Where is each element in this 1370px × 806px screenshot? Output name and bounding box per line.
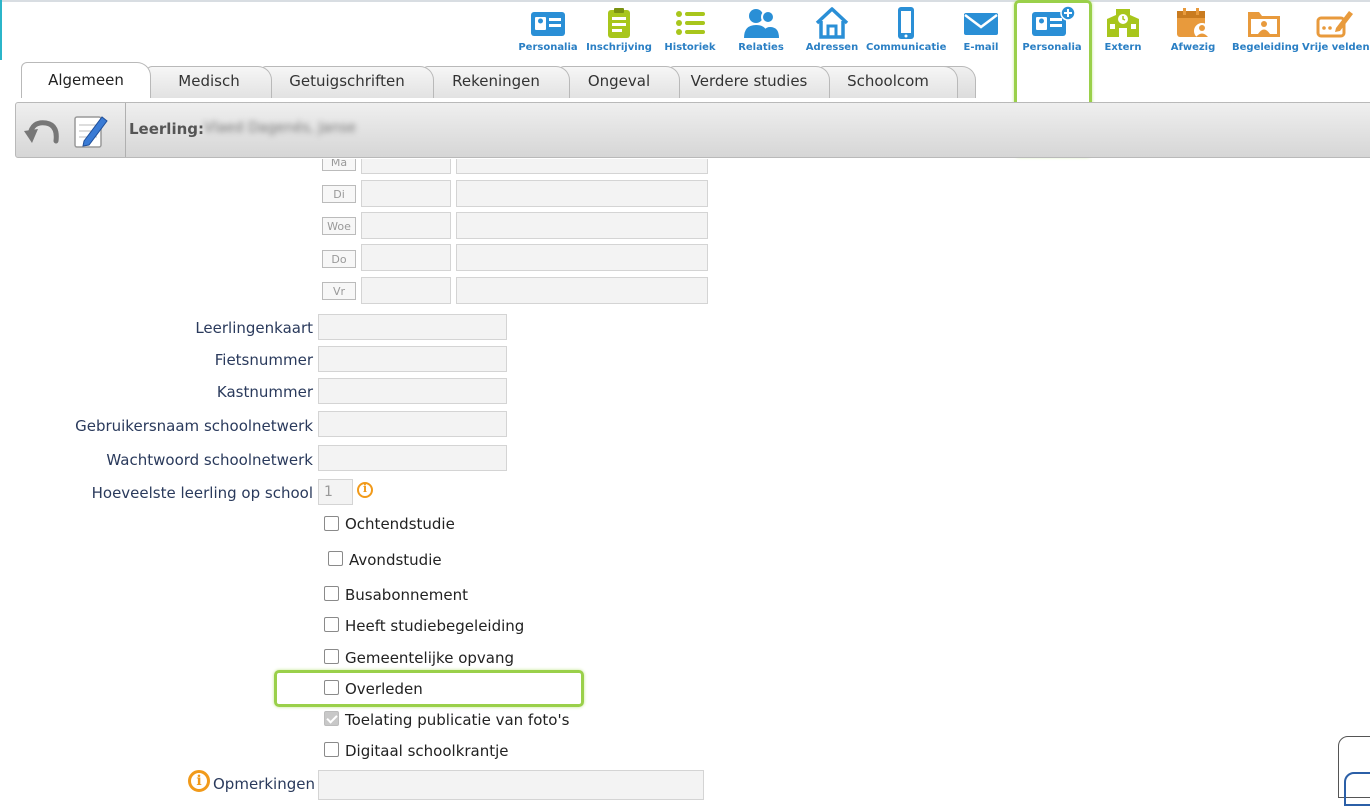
day-di-note-input[interactable]: [456, 180, 708, 207]
header-divider: [125, 103, 126, 157]
tab-schoolcom[interactable]: Schoolcom: [818, 66, 958, 98]
toolbar-label: Relaties: [738, 42, 784, 53]
day-ma-note-input[interactable]: [456, 159, 708, 174]
toolbar-adressen[interactable]: Adressen: [804, 4, 860, 53]
edit-button[interactable]: [70, 111, 108, 149]
checkbox-avondstudie[interactable]: [328, 551, 343, 566]
wachtwoord-input[interactable]: [318, 445, 507, 471]
day-button-do[interactable]: Do: [322, 250, 356, 268]
toolbar-begeleiding[interactable]: Begeleiding: [1232, 4, 1299, 53]
tab-ongeval[interactable]: Ongeval: [558, 66, 680, 98]
tab-algemeen[interactable]: Algemeen: [21, 62, 151, 98]
day-vr-time-input[interactable]: [361, 277, 451, 304]
kastnummer-label: Kastnummer: [216, 383, 313, 401]
leerlingenkaart-input[interactable]: [318, 314, 507, 340]
day-button-vr[interactable]: Vr: [322, 282, 356, 300]
info-icon[interactable]: i: [357, 482, 373, 498]
day-button-woe[interactable]: Woe: [322, 217, 356, 235]
toelating-foto-label: Toelating publicatie van foto's: [345, 711, 570, 729]
school-icon: [1107, 9, 1139, 37]
busabonnement-label: Busabonnement: [345, 586, 468, 604]
corner-widget-inner: [1344, 772, 1370, 806]
envelope-icon: [964, 13, 998, 35]
clipboard-icon: [608, 8, 630, 38]
hoeveelste-label: Hoeveelste leerling op school: [91, 484, 313, 502]
ochtendstudie-label: Ochtendstudie: [345, 515, 455, 533]
house-icon: [815, 7, 849, 39]
day-woe-note-input[interactable]: [456, 212, 708, 239]
toolbar-label: Historiek: [664, 42, 716, 53]
calendar-user-icon: [1177, 8, 1210, 39]
tab-rekeningen[interactable]: Rekeningen: [422, 66, 570, 98]
gemeentelijke-opvang-label: Gemeentelijke opvang: [345, 649, 514, 667]
day-do-time-input[interactable]: [361, 244, 451, 271]
day-row-clipped: Ma: [0, 159, 710, 175]
notepad-pencil-icon: [74, 116, 108, 148]
phone-icon: [898, 7, 914, 39]
day-do-note-input[interactable]: [456, 244, 708, 271]
opmerkingen-textarea[interactable]: [318, 770, 704, 800]
tab-medisch[interactable]: Medisch: [146, 66, 272, 98]
student-header-bar: Leerling: Vlaed Dagenés, Janse: [15, 102, 1370, 158]
toolbar-label: Inschrijving: [586, 42, 652, 53]
opmerkingen-info-icon[interactable]: i: [188, 770, 210, 792]
fietsnummer-label: Fietsnummer: [214, 351, 313, 369]
leerlingenkaart-label: Leerlingenkaart: [195, 319, 313, 337]
toolbar-label: E-mail: [963, 42, 999, 53]
gebruikersnaam-label: Gebruikersnaam schoolnetwerk: [75, 417, 313, 435]
toolbar-label: Extern: [1104, 42, 1142, 53]
checkbox-gemeentelijke-opvang[interactable]: [324, 649, 339, 664]
toolbar-extern[interactable]: Extern: [1100, 4, 1146, 53]
digitaal-schoolkrantje-label: Digitaal schoolkrantje: [345, 742, 509, 760]
checkbox-ochtendstudie[interactable]: [324, 516, 339, 531]
studiebegeleiding-label: Heeft studiebegeleiding: [345, 617, 525, 635]
kastnummer-input[interactable]: [318, 378, 507, 404]
day-ma-time-input[interactable]: [361, 159, 451, 174]
toolbar-label: Vrije velden: [1302, 42, 1370, 53]
folder-user-icon: [1248, 12, 1280, 37]
avondstudie-label: Avondstudie: [349, 551, 442, 569]
tab-getuigschriften[interactable]: Getuigschriften: [260, 66, 434, 98]
day-woe-time-input[interactable]: [361, 212, 451, 239]
day-button-ma[interactable]: Ma: [322, 159, 356, 171]
toolbar-label: Begeleiding: [1232, 42, 1299, 53]
toolbar-inschrijving[interactable]: Inschrijving: [586, 4, 652, 53]
toolbar-label: Adressen: [805, 42, 859, 53]
toolbar-afwezig[interactable]: Afwezig: [1168, 4, 1218, 53]
toolbar-vrije-velden[interactable]: Vrije velden: [1302, 4, 1370, 53]
hoeveelste-input[interactable]: 1: [318, 479, 353, 505]
undo-icon: [24, 120, 59, 144]
module-toolbar: Personalia Inschrijving Historiek Relati…: [0, 4, 1370, 64]
opmerkingen-label: Opmerkingen: [213, 775, 315, 793]
toolbar-relaties[interactable]: Relaties: [734, 4, 788, 53]
list-icon: [676, 11, 705, 35]
toolbar-label: Personalia: [518, 42, 578, 53]
tab-verdere-studies[interactable]: Verdere studies: [668, 66, 830, 98]
day-vr-note-input[interactable]: [456, 277, 708, 304]
highlight-overleden: [274, 670, 584, 707]
top-border: [0, 0, 1370, 2]
checkbox-digitaal-schoolkrantje[interactable]: [324, 742, 339, 757]
edit-icon: [1316, 11, 1353, 38]
wachtwoord-label: Wachtwoord schoolnetwerk: [106, 451, 313, 469]
toolbar-label: Communicatie: [866, 42, 947, 53]
toolbar-email[interactable]: E-mail: [958, 4, 1004, 53]
users-icon: [744, 9, 779, 38]
day-button-di[interactable]: Di: [322, 185, 356, 203]
gebruikersnaam-input[interactable]: [318, 411, 507, 437]
toolbar-personalia[interactable]: Personalia: [518, 4, 578, 53]
leerling-label: Leerling:: [129, 120, 204, 138]
id-card-icon: [531, 12, 565, 36]
day-di-time-input[interactable]: [361, 180, 451, 207]
leerling-name: Vlaed Dagenés, Janse: [204, 120, 357, 136]
toolbar-communicatie[interactable]: Communicatie: [866, 4, 946, 53]
toolbar-label: Afwezig: [1170, 42, 1216, 53]
checkbox-toelating-foto[interactable]: [324, 711, 339, 726]
checkbox-studiebegeleiding[interactable]: [324, 617, 339, 632]
undo-button[interactable]: [22, 111, 60, 149]
toolbar-historiek[interactable]: Historiek: [662, 4, 718, 53]
checkbox-busabonnement[interactable]: [324, 586, 339, 601]
fietsnummer-input[interactable]: [318, 346, 507, 372]
tab-bar: Schoolcom Verdere studies Ongeval Rekeni…: [18, 62, 978, 98]
